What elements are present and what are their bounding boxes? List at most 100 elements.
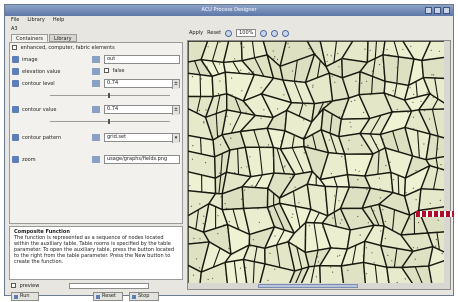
spin-icon[interactable]: ± (172, 80, 179, 89)
grain-speck (420, 101, 421, 102)
grain-speck (347, 270, 348, 271)
vertical-scrollbar[interactable] (444, 41, 450, 285)
grain-speck (273, 50, 274, 51)
grain-speck (385, 165, 386, 166)
menu-help[interactable]: Help (53, 16, 64, 25)
maximize-icon[interactable] (434, 7, 441, 14)
horizontal-scrollbar[interactable] (188, 283, 451, 289)
contour-level-input[interactable]: 0.74 ± (104, 79, 180, 88)
contour-level-slider-track[interactable] (50, 95, 170, 96)
grain-speck (338, 66, 339, 67)
image-input[interactable]: out (104, 55, 180, 64)
grain-speck (241, 45, 242, 46)
zoom-select[interactable]: 100% (236, 29, 256, 37)
grain-speck (211, 134, 212, 135)
preview-label: preview (20, 283, 40, 289)
contour-value-slider-track[interactable] (50, 121, 170, 122)
contour-pattern-select[interactable]: grid.set ▾ (104, 133, 180, 142)
parameter-type-icon (92, 56, 100, 63)
tab-containers[interactable]: Containers (11, 34, 48, 42)
grain-speck (372, 71, 373, 72)
grain-speck (415, 170, 416, 171)
tab-library[interactable]: Library (49, 34, 76, 42)
preview-checkbox[interactable] (11, 283, 16, 288)
grain-speck (227, 116, 228, 117)
grain-speck (307, 145, 308, 146)
grain-speck (397, 83, 398, 84)
contour-level-slider-handle[interactable] (108, 93, 110, 98)
grain-speck (295, 187, 296, 188)
contour-value-icon (12, 106, 19, 113)
enhanced-checkbox-row[interactable]: enhanced, computer, fabric elements (12, 45, 115, 51)
grain-speck (240, 70, 241, 71)
close-icon[interactable] (443, 7, 450, 14)
grain-speck (292, 70, 293, 71)
grain-speck (193, 275, 194, 276)
menu-library[interactable]: Library (27, 16, 44, 25)
zoom-out-icon[interactable] (271, 30, 278, 37)
grain-speck (351, 101, 352, 102)
image-canvas[interactable] (187, 40, 451, 290)
grain-speck (430, 203, 431, 204)
contour-pattern-icon (12, 134, 19, 141)
grain-speck (413, 188, 414, 189)
grain-speck (415, 259, 416, 260)
preview-checkbox-row[interactable]: preview (11, 283, 39, 289)
grain-speck (218, 135, 219, 136)
grain-speck (380, 230, 381, 231)
zoom-icon (12, 156, 19, 163)
grain-speck (322, 227, 323, 228)
grain-speck (442, 253, 443, 254)
grain-speck (250, 246, 251, 247)
contour-value-slider-handle[interactable] (108, 119, 110, 124)
grain-speck (246, 166, 247, 167)
parameter-type-icon (92, 134, 100, 141)
grain-speck (385, 238, 386, 239)
tab-bar: Containers Library (11, 34, 77, 42)
grain-speck (370, 50, 371, 51)
menu-file[interactable]: File (11, 16, 19, 25)
grain-speck (298, 202, 299, 203)
grain-speck (289, 47, 290, 48)
fit-view-icon[interactable] (282, 30, 289, 37)
grain-speck (342, 58, 343, 59)
grain-speck (257, 208, 258, 209)
grain-speck (402, 49, 403, 50)
grain-speck (274, 269, 275, 270)
scrollbar-thumb[interactable] (258, 284, 358, 288)
grain-speck (431, 279, 432, 280)
grain-speck (440, 164, 441, 165)
grain-speck (385, 221, 386, 222)
param-label: image (22, 57, 38, 63)
grain-speck (368, 222, 369, 223)
contour-value-input[interactable]: 0.74 ± (104, 105, 180, 114)
refresh-icon[interactable] (225, 30, 232, 37)
grain-speck (201, 145, 202, 146)
grain-speck (199, 203, 200, 204)
elevation-checkbox-row[interactable]: false (104, 68, 125, 74)
reset-view-button[interactable]: Reset (207, 30, 221, 36)
grain-speck (229, 221, 230, 222)
grain-speck (312, 87, 313, 88)
spin-icon[interactable]: ± (172, 106, 179, 115)
grain-speck (217, 233, 218, 234)
grain-speck (343, 80, 344, 81)
grain-speck (361, 83, 362, 84)
chevron-down-icon[interactable]: ▾ (172, 134, 179, 143)
enhanced-checkbox[interactable] (12, 45, 17, 50)
elevation-checkbox[interactable] (104, 68, 109, 73)
grain-speck (273, 158, 274, 159)
minimize-icon[interactable] (425, 7, 432, 14)
grain-speck (433, 74, 434, 75)
grain-boundary (398, 175, 399, 194)
param-label: elevation value (22, 69, 60, 75)
grain-speck (261, 87, 262, 88)
grain-speck (334, 195, 335, 196)
grain-speck (192, 145, 193, 146)
grain-cell (242, 187, 267, 209)
button-row: Run Reset Stop (9, 292, 183, 302)
zoom-input[interactable]: usage/graphs/fields.png (104, 155, 180, 164)
apply-button[interactable]: Apply (189, 30, 203, 36)
param-label: contour value (22, 107, 56, 113)
zoom-in-icon[interactable] (260, 30, 267, 37)
